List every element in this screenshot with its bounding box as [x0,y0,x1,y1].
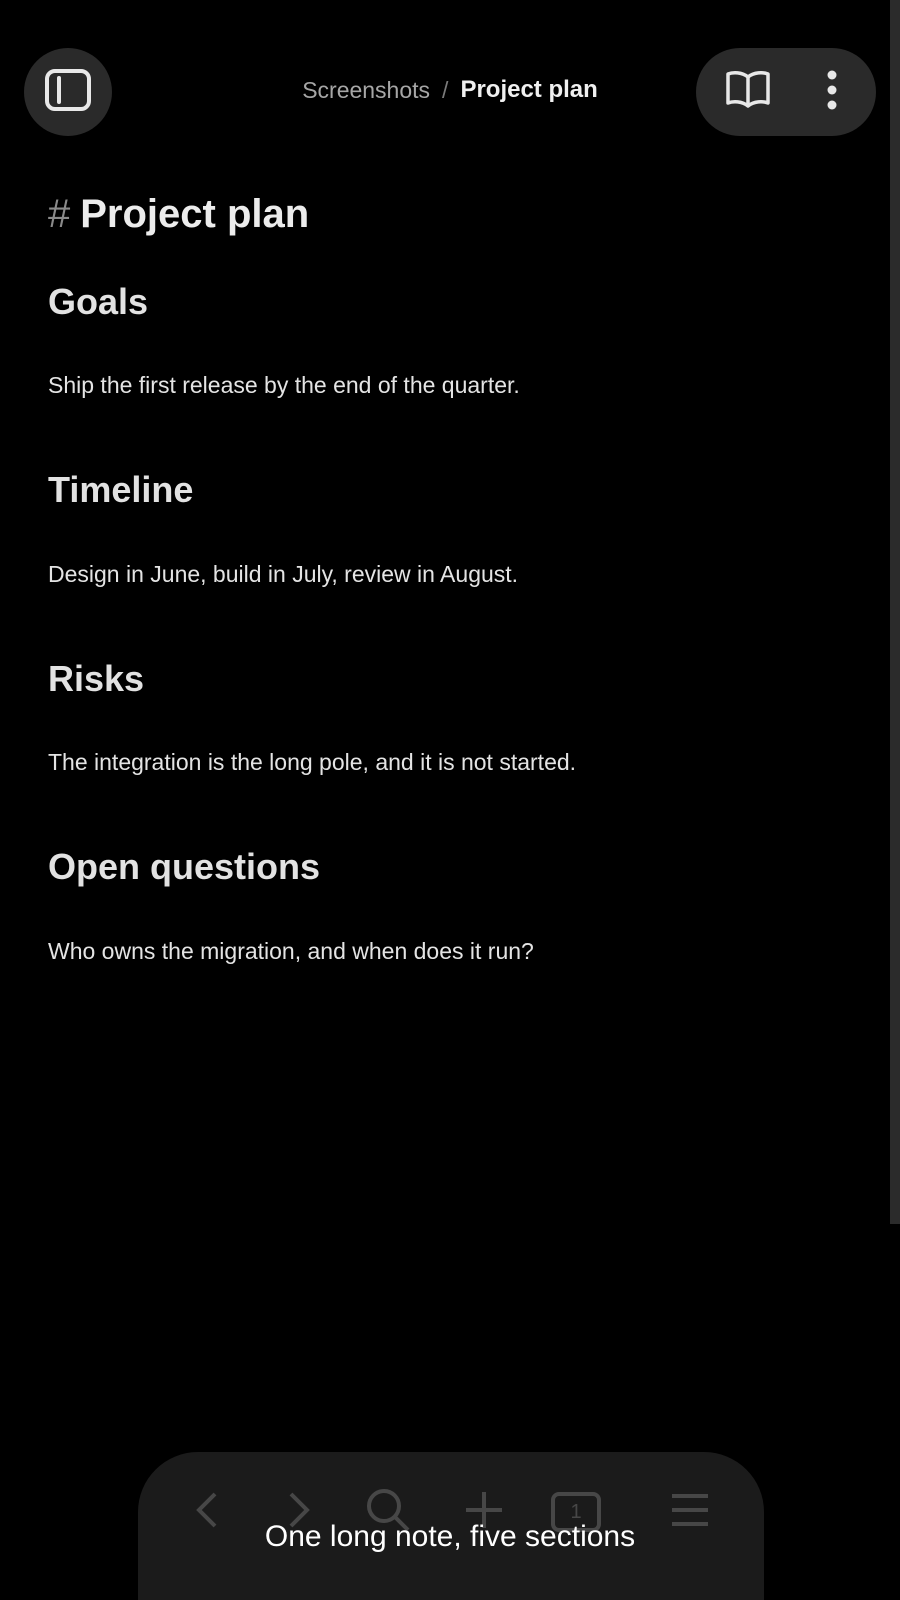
reading-view-button[interactable] [704,48,792,136]
caption-overlay: One long note, five sections [264,1520,636,1553]
section-heading-open-questions: Open questions [48,846,321,887]
more-options-button[interactable] [796,48,868,136]
scrollbar[interactable] [890,0,900,1224]
breadcrumb-current: Project plan [460,76,598,103]
section-text-risks: The integration is the long pole, and it… [48,749,577,775]
more-vertical-icon [826,70,838,115]
view-actions-pill [696,48,876,136]
book-open-icon [724,69,772,116]
note-title-text: Project plan [80,192,310,236]
breadcrumb-parent[interactable]: Screenshots [302,77,430,104]
section-text-goals: Ship the first release by the end of the… [48,372,520,398]
section-heading-goals: Goals [48,281,149,322]
note-title: # Project plan [48,192,309,237]
section-text-timeline: Design in June, build in July, review in… [48,561,519,587]
breadcrumb-separator: / [442,76,449,103]
section-text-open-questions: Who owns the migration, and when does it… [48,938,534,964]
heading-marker: # [48,192,71,236]
section-heading-risks: Risks [48,658,145,699]
section-heading-timeline: Timeline [48,469,194,510]
